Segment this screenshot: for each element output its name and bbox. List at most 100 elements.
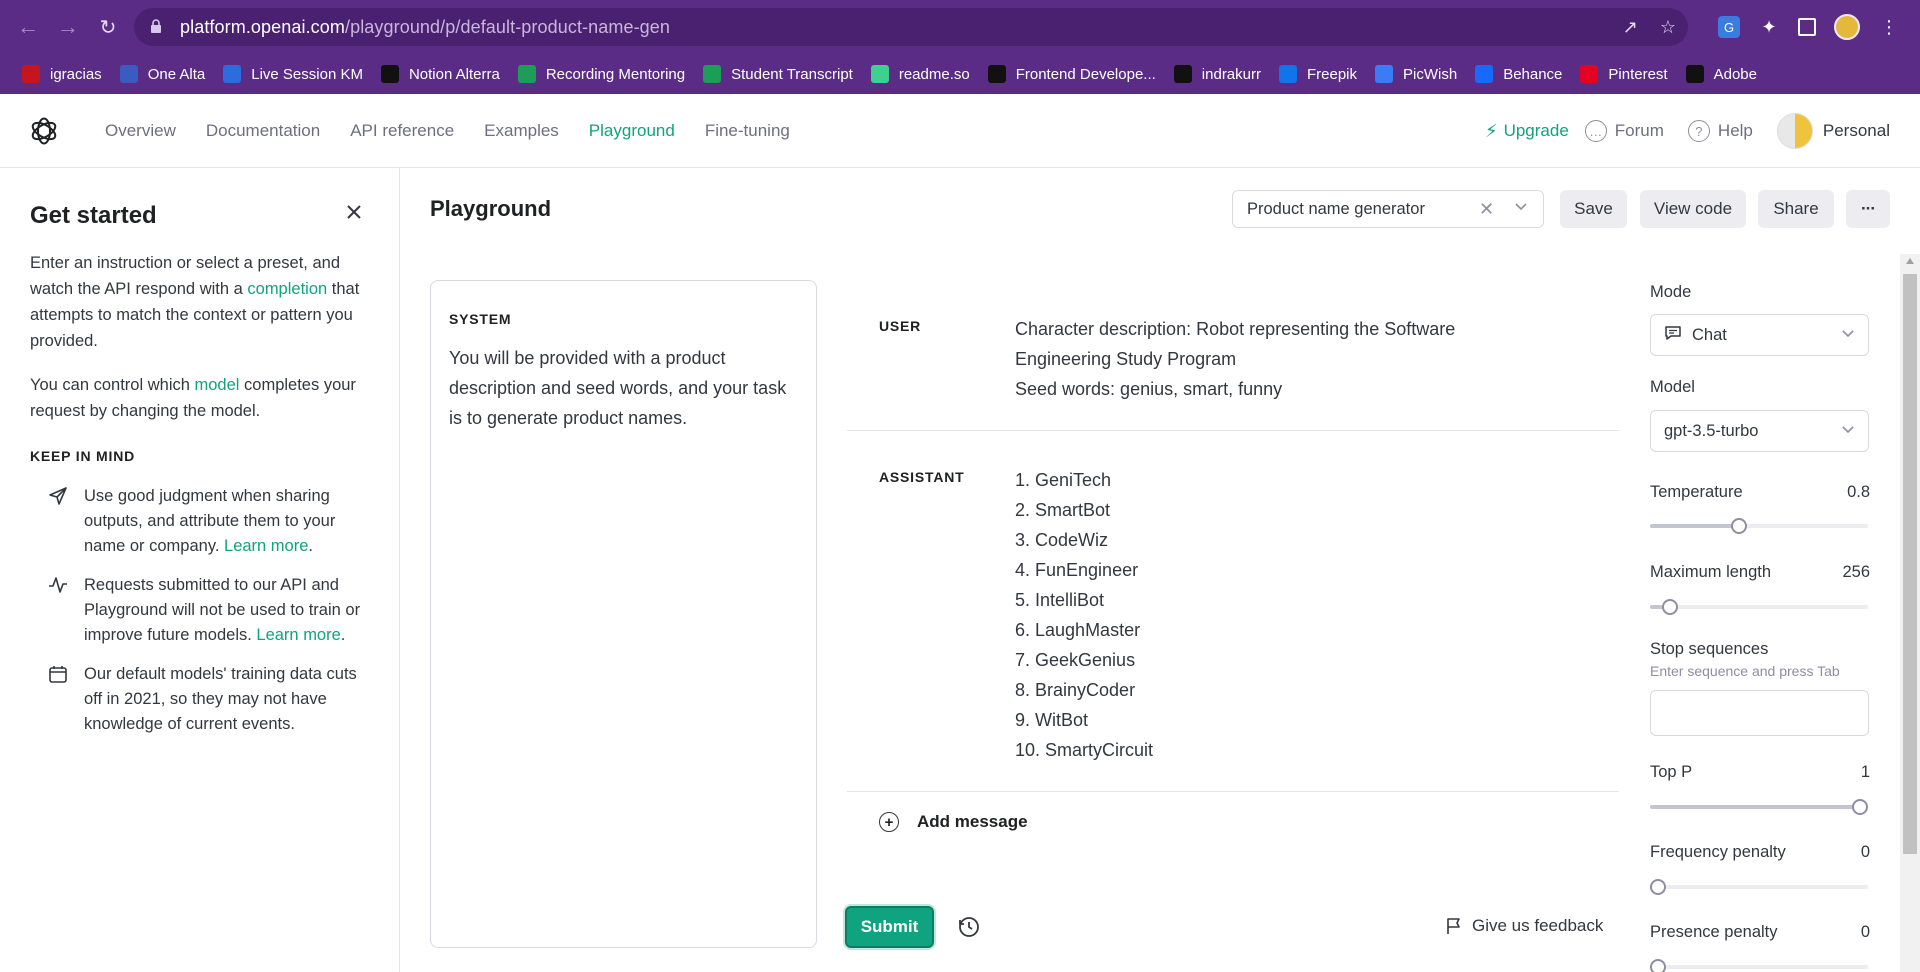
nav-item-playground[interactable]: Playground [574,94,690,168]
browser-menu-icon[interactable]: ⋮ [1878,16,1900,38]
user-message-content[interactable]: Character description: Robot representin… [1015,314,1575,404]
paper-plane-icon [48,486,70,508]
presence-penalty-slider[interactable] [1650,959,1868,972]
bookmark-item[interactable]: One Alta [112,54,216,94]
bookmark-item[interactable]: Recording Mentoring [510,54,695,94]
account-menu[interactable]: Personal [1776,113,1890,149]
share-page-icon[interactable]: ↗ [1623,17,1638,38]
assistant-message[interactable]: ASSISTANT 1. GeniTech 2. SmartBot 3. CodeW… [847,465,1619,775]
bookmark-item[interactable]: Live Session KM [215,54,373,94]
assistant-message-content[interactable]: 1. GeniTech 2. SmartBot 3. CodeWiz 4. FunEn… [1015,465,1575,765]
mode-label: Mode [1650,283,1692,301]
system-message-box[interactable]: SYSTEM You will be provided with a produ… [430,280,817,948]
bookmark-item[interactable]: PicWish [1367,54,1467,94]
stop-sequences-input[interactable] [1650,690,1869,736]
bookmark-item[interactable]: Adobe [1678,54,1767,94]
bookmark-item[interactable]: Notion Alterra [373,54,510,94]
help-link[interactable]: ? Help [1687,120,1753,142]
bookmark-item[interactable]: Student Transcript [695,54,863,94]
back-arrow-icon[interactable]: ← [8,7,48,47]
message-divider [847,791,1619,792]
chevron-down-icon[interactable] [1513,198,1529,219]
clear-preset-icon[interactable]: ✕ [1479,199,1494,220]
completion-link[interactable]: completion [247,280,327,298]
top-p-slider-thumb[interactable] [1852,799,1868,815]
nav-item-examples[interactable]: Examples [469,94,574,168]
chat-bubble-icon [1664,325,1682,346]
frequency-penalty-slider-thumb[interactable] [1650,879,1666,895]
frequency-penalty-label: Frequency penalty [1650,843,1786,861]
bookmark-star-icon[interactable]: ☆ [1660,17,1676,38]
presence-penalty-value[interactable]: 0 [1861,923,1870,942]
learn-more-link-2[interactable]: Learn more [256,626,340,644]
profile-avatar[interactable] [1834,14,1860,40]
message-line: Seed words: genius, smart, funny [1015,379,1283,399]
model-select[interactable]: gpt-3.5-turbo [1650,410,1869,452]
frequency-penalty-value[interactable]: 0 [1861,843,1870,862]
bookmark-item[interactable]: Freepik [1271,54,1367,94]
add-message-button[interactable]: + Add message [879,812,1028,832]
forward-arrow-icon[interactable]: → [48,7,88,47]
max-length-slider-thumb[interactable] [1662,599,1679,615]
message-line: 7. GeekGenius [1015,650,1136,670]
bookmark-item[interactable]: readme.so [863,54,980,94]
frequency-penalty-slider[interactable] [1650,879,1868,895]
submit-button[interactable]: Submit [845,906,934,948]
user-role-label[interactable]: USER [879,318,921,334]
model-link[interactable]: model [195,376,240,394]
stop-sequences-hint: Enter sequence and press Tab [1650,663,1840,679]
top-p-value[interactable]: 1 [1861,763,1870,782]
browser-toolbar: ← → ↻ platform.openai.com/playground/p/d… [0,0,1920,54]
chevron-down-icon [1840,421,1856,442]
nav-item-fine-tuning[interactable]: Fine-tuning [690,94,805,168]
close-icon[interactable] [344,202,366,224]
preset-value: Product name generator [1247,199,1425,218]
top-p-slider[interactable] [1650,799,1868,815]
message-line: 2. SmartBot [1015,500,1111,520]
nav-item-api-reference[interactable]: API reference [335,94,469,168]
side-panel-icon[interactable] [1798,18,1816,36]
bookmark-item[interactable]: igracias [14,54,112,94]
scrollbar-thumb[interactable] [1903,274,1917,854]
sheets-icon [703,65,722,83]
max-length-label: Maximum length [1650,563,1772,581]
user-message[interactable]: USER Character description: Robot repres… [847,314,1619,414]
message-line: 8. BrainyCoder [1015,680,1136,700]
save-button[interactable]: Save [1560,190,1627,228]
temperature-slider[interactable] [1650,518,1868,534]
nav-item-documentation[interactable]: Documentation [191,94,335,168]
nav-item-overview[interactable]: Overview [90,94,191,168]
view-code-button[interactable]: View code [1640,190,1746,228]
system-label: SYSTEM [449,311,512,327]
upgrade-link[interactable]: ⚡ Upgrade [1485,121,1569,142]
openai-logo-icon[interactable] [29,116,59,146]
share-button[interactable]: Share [1758,190,1834,228]
more-options-button[interactable]: ··· [1846,190,1890,228]
assistant-role-label[interactable]: ASSISTANT [879,469,965,485]
forum-link[interactable]: … Forum [1584,120,1664,142]
presence-penalty-slider-thumb[interactable] [1650,959,1666,972]
address-bar[interactable]: platform.openai.com/playground/p/default… [134,8,1688,46]
system-text[interactable]: You will be provided with a product desc… [449,343,798,433]
bookmark-item[interactable]: indrakurr [1166,54,1271,94]
tip-judgment: Use good judgment when sharing outputs, … [30,484,369,559]
temperature-value[interactable]: 0.8 [1847,483,1870,502]
max-length-slider[interactable] [1650,599,1868,615]
upgrade-label: Upgrade [1503,121,1569,140]
page-scrollbar[interactable] [1900,254,1920,972]
preset-select[interactable]: Product name generator ✕ [1232,190,1544,228]
reload-icon[interactable]: ↻ [88,7,128,47]
feedback-link[interactable]: Give us feedback [1446,916,1603,936]
tip-cutoff: Our default models' training data cuts o… [30,662,369,737]
temperature-slider-thumb[interactable] [1730,518,1747,534]
history-icon[interactable] [957,915,981,939]
mode-select[interactable]: Chat [1650,314,1869,356]
bookmark-item[interactable]: Behance [1467,54,1572,94]
learn-more-link-1[interactable]: Learn more [224,537,308,555]
max-length-value[interactable]: 256 [1842,563,1870,582]
scroll-up-arrow-icon[interactable] [1906,258,1914,264]
extensions-puzzle-icon[interactable]: ✦ [1758,16,1780,38]
bookmark-item[interactable]: Pinterest [1572,54,1677,94]
translate-extension-icon[interactable]: G [1718,16,1740,38]
bookmark-item[interactable]: Frontend Develope... [980,54,1166,94]
